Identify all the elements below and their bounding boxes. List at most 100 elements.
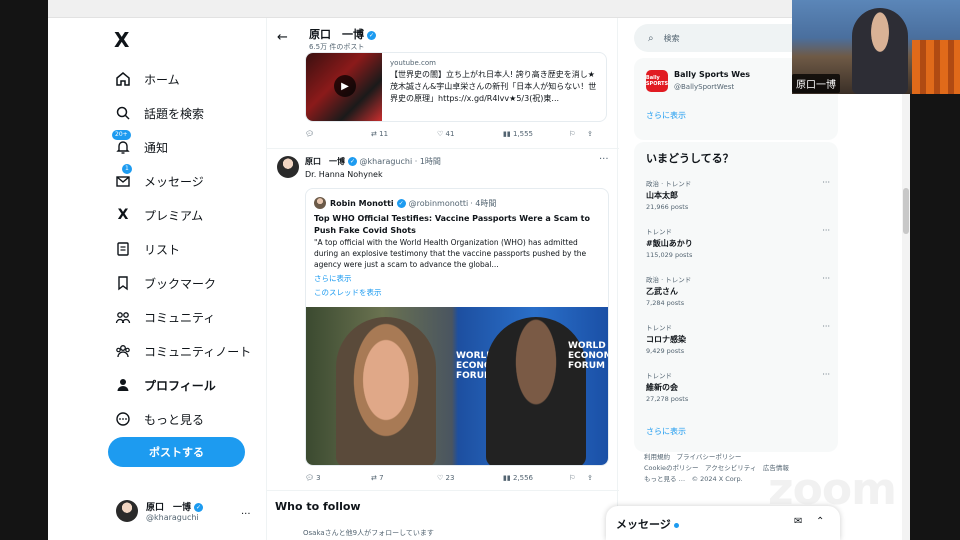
tweet-time[interactable]: · 1時間: [415, 157, 441, 166]
account-switcher[interactable]: 原口 一博 ✓ @kharaguchi: [116, 500, 204, 522]
search-placeholder: 検索: [663, 33, 680, 43]
profile-icon: [112, 374, 134, 396]
like-action[interactable]: ♡ 41: [437, 130, 503, 138]
avatar: [116, 500, 138, 522]
trend-more-icon[interactable]: ···: [822, 322, 830, 331]
new-message-icon[interactable]: ✉: [794, 516, 802, 527]
share-icon[interactable]: ⇪: [587, 130, 593, 138]
main-nav: ホーム 話題を検索 20+ 通知 1 メッセージ X プレミアム リスト ブック…: [112, 62, 251, 436]
account-more-icon[interactable]: ...: [241, 506, 251, 517]
trend-more-icon[interactable]: ···: [822, 370, 830, 379]
trend-count: 7,284 posts: [646, 299, 685, 307]
notification-badge: 20+: [112, 130, 131, 140]
video-person: [852, 8, 908, 94]
play-icon[interactable]: ▶: [334, 75, 356, 97]
post-actions: 💬︎ 3 ⇄ 7 ♡ 23 ▮▮ 2,556 ⚐ ⇪: [305, 474, 609, 482]
show-more-link[interactable]: さらに表示: [314, 273, 352, 284]
repost-icon: ⇄: [371, 130, 377, 138]
reply-action[interactable]: 💬︎: [305, 130, 371, 138]
bookmark-icon[interactable]: ⚐: [569, 474, 587, 482]
quote-author-handle: @robinmonotti: [408, 198, 469, 208]
trend-item[interactable]: 政治 · トレンド 乙武さん 7,284 posts ···: [646, 274, 830, 307]
nav-lists[interactable]: リスト: [112, 232, 251, 266]
quote-image[interactable]: WORLD ECONOMIC FORUM WORLD ECONOMIC FORU…: [306, 307, 608, 465]
trend-item[interactable]: 政治 · トレンド 山本太郎 21,966 posts ···: [646, 178, 830, 211]
expand-icon[interactable]: ⌃: [816, 516, 824, 527]
views-action[interactable]: ▮▮ 1,555: [503, 130, 569, 138]
photo-person-left: [336, 317, 436, 465]
quote-title: Top WHO Official Testifies: Vaccine Pass…: [314, 214, 590, 235]
nav-explore[interactable]: 話題を検索: [112, 96, 251, 130]
nav-label: メッセージ: [144, 174, 204, 189]
trend-category: トレンド: [646, 372, 672, 380]
share-icon[interactable]: ⇪: [587, 474, 593, 482]
verified-icon: ✓: [348, 157, 357, 166]
show-thread-link[interactable]: このスレッドを表示: [314, 287, 382, 298]
back-arrow-icon[interactable]: ←: [277, 30, 288, 45]
nav-label: プロフィール: [144, 378, 216, 393]
trend-category: トレンド: [646, 228, 672, 236]
show-more-link[interactable]: さらに表示: [646, 426, 686, 437]
nav-label: ホーム: [144, 72, 180, 87]
x-logo[interactable]: X: [114, 28, 129, 52]
bookmark-icon: [112, 272, 134, 294]
trend-name: 維新の会: [646, 383, 678, 392]
views-icon: ▮▮: [503, 130, 511, 138]
video-thumbnail[interactable]: ▶: [306, 53, 382, 121]
trends-panel: いまどうしてる？ 政治 · トレンド 山本太郎 21,966 posts ···…: [634, 142, 838, 452]
nav-bookmarks[interactable]: ブックマーク: [112, 266, 251, 300]
nav-community-notes[interactable]: コミュニティノート: [112, 334, 251, 368]
footer-line[interactable]: 利用規約 プライバシーポリシー: [644, 452, 840, 463]
post-button[interactable]: ポストする: [108, 437, 245, 467]
trend-count: 9,429 posts: [646, 347, 685, 355]
trend-name: 乙武さん: [646, 287, 678, 296]
views-action[interactable]: ▮▮ 2,556: [503, 474, 569, 482]
nav-label: 話題を検索: [144, 106, 205, 121]
trend-item[interactable]: トレンド 維新の会 27,278 posts ···: [646, 370, 830, 403]
suggestion-handle: @BallySportWest: [674, 83, 735, 91]
author-name[interactable]: 原口 一博: [305, 157, 345, 166]
message-badge: 1: [122, 164, 132, 174]
bookmark-icon[interactable]: ⚐: [569, 130, 587, 138]
nav-profile[interactable]: プロフィール: [112, 368, 251, 402]
tweet-more-icon[interactable]: ···: [599, 154, 609, 165]
search-icon: ⌕: [648, 32, 654, 44]
trend-more-icon[interactable]: ···: [822, 178, 830, 187]
trend-category: 政治 · トレンド: [646, 276, 692, 284]
link-domain: youtube.com: [390, 59, 436, 67]
who-to-follow-title: Who to follow: [275, 500, 361, 513]
repost-action[interactable]: ⇄ 11: [371, 130, 437, 138]
show-more-link[interactable]: さらに表示: [646, 110, 686, 121]
nav-messages[interactable]: 1 メッセージ: [112, 164, 251, 198]
avatar[interactable]: [277, 156, 299, 178]
repost-icon: ⇄: [371, 474, 377, 482]
scrollbar-thumb[interactable]: [903, 188, 909, 234]
trend-name: 山本太郎: [646, 191, 678, 200]
reply-action[interactable]: 💬︎ 3: [305, 474, 371, 482]
verified-icon: ✓: [367, 30, 376, 40]
nav-notifications[interactable]: 20+ 通知: [112, 130, 251, 164]
nav-label: コミュニティノート: [144, 344, 252, 359]
wef-text-line: FORUM: [568, 361, 605, 371]
nav-premium[interactable]: X プレミアム: [112, 198, 251, 232]
quoted-tweet[interactable]: Robin Monotti ✓ @robinmonotti · 4時間 Top W…: [305, 188, 609, 466]
page-scrollbar[interactable]: [902, 18, 910, 540]
repost-action[interactable]: ⇄ 7: [371, 474, 437, 482]
who-to-follow-subtitle: Osakaさんと他9人がフォローしています: [303, 529, 434, 537]
mail-icon: 1: [112, 164, 134, 192]
nav-more[interactable]: もっと見る: [112, 402, 251, 436]
more-circle-icon: [112, 408, 134, 430]
trend-item[interactable]: トレンド コロナ感染 9,429 posts ···: [646, 322, 830, 355]
post-count: 6.5万 件のポスト: [309, 43, 365, 51]
nav-communities[interactable]: コミュニティ: [112, 300, 251, 334]
link-preview-card[interactable]: ▶ youtube.com 【世界史の闇】立ち上がれ日本人! 誇り高き歴史を消し…: [305, 52, 607, 122]
trend-count: 27,278 posts: [646, 395, 689, 403]
nav-home[interactable]: ホーム: [112, 62, 251, 96]
like-action[interactable]: ♡ 23: [437, 474, 503, 482]
trend-more-icon[interactable]: ···: [822, 274, 830, 283]
bally-sports-logo[interactable]: Bally SPORTS: [646, 70, 668, 92]
community-notes-icon: [112, 340, 134, 362]
trend-item[interactable]: トレンド #飯山あかり 115,029 posts ···: [646, 226, 830, 259]
suggestion-name[interactable]: Bally Sports Wes: [674, 70, 750, 79]
trend-more-icon[interactable]: ···: [822, 226, 830, 235]
